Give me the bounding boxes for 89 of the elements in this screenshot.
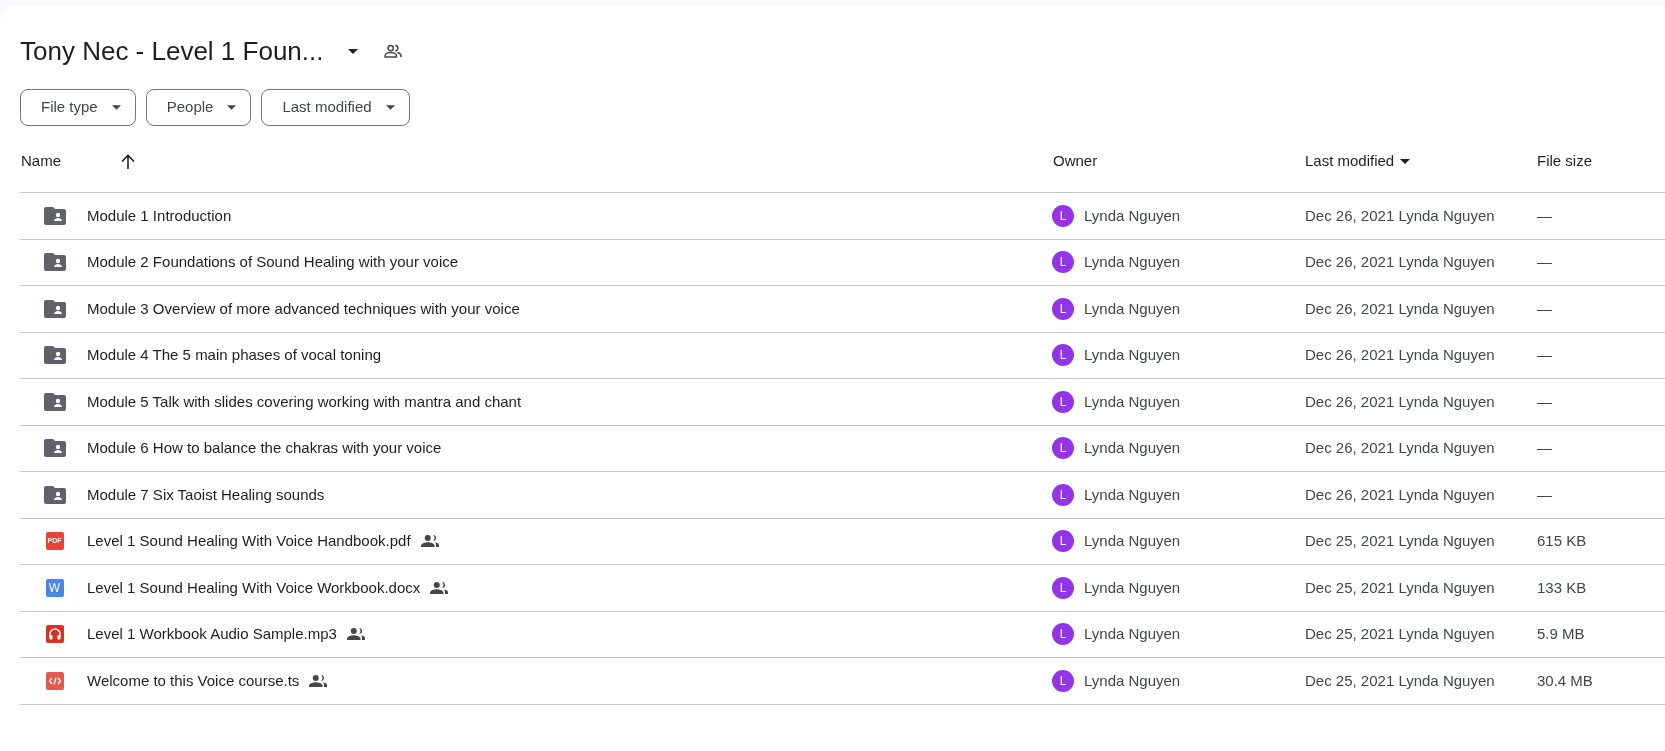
folder-icon xyxy=(43,253,66,272)
filter-chip[interactable]: File type xyxy=(20,89,136,126)
owner-name: Lynda Nguyen xyxy=(1084,624,1181,644)
file-row[interactable]: Module 6 How to balance the chakras with your voice L Lynda Nguyen Dec 26, 2021 Lynda Nguyen — xyxy=(20,425,1665,472)
file-row[interactable]: Module 1 Introduction L Lynda Nguyen Dec 26, 2021 Lynda Nguyen — xyxy=(20,193,1665,240)
avatar: L xyxy=(1052,623,1074,646)
caret-icon xyxy=(385,105,395,110)
file-name: Level 1 Sound Healing With Voice Handbook.pdf xyxy=(87,531,411,551)
avatar: L xyxy=(1052,390,1074,413)
code-icon xyxy=(45,671,64,690)
file-row[interactable]: Module 5 Talk with slides covering working with mantra and chant L Lynda Nguyen Dec 26, 2021 Lynda Nguyen — xyxy=(20,379,1665,426)
modified-text: Dec 26, 2021 Lynda Nguyen xyxy=(1305,391,1495,412)
owner-name: Lynda Nguyen xyxy=(1084,345,1181,365)
modified-text: Dec 26, 2021 Lynda Nguyen xyxy=(1305,252,1495,272)
file-row[interactable]: Welcome to this Voice course.ts L Lynda Nguyen Dec 25, 2021 Lynda Nguyen 30.4 MB xyxy=(20,658,1665,705)
file-row[interactable]: Module 4 The 5 main phases of vocal toning L Lynda Nguyen Dec 26, 2021 Lynda Nguyen — xyxy=(20,332,1665,379)
owner-name: Lynda Nguyen xyxy=(1084,484,1181,505)
owner-name: Lynda Nguyen xyxy=(1084,577,1181,598)
file-name: Module 3 Overview of more advanced techniques with your voice xyxy=(87,298,520,319)
owner-name: Lynda Nguyen xyxy=(1084,252,1181,272)
modified-text: Dec 25, 2021 Lynda Nguyen xyxy=(1305,531,1495,551)
folder-icon xyxy=(43,392,66,411)
file-size: — xyxy=(1537,438,1552,458)
file-name: Level 1 Sound Healing With Voice Workbook.docx xyxy=(87,577,421,598)
file-size: — xyxy=(1537,345,1552,365)
file-name: Module 6 How to balance the chakras with your voice xyxy=(87,438,442,458)
file-name: Module 4 The 5 main phases of vocal toning xyxy=(87,345,382,365)
modified-text: Dec 26, 2021 Lynda Nguyen xyxy=(1305,438,1495,458)
caret-icon xyxy=(111,105,121,110)
column-header[interactable]: File size xyxy=(1537,150,1592,173)
modified-text: Dec 26, 2021 Lynda Nguyen xyxy=(1305,484,1495,505)
owner-name: Lynda Nguyen xyxy=(1084,205,1181,226)
file-size: 133 KB xyxy=(1537,577,1587,598)
modified-text: Dec 26, 2021 Lynda Nguyen xyxy=(1305,205,1495,226)
owner-name: Lynda Nguyen xyxy=(1084,531,1181,551)
modified-text: Dec 26, 2021 Lynda Nguyen xyxy=(1305,298,1495,319)
file-row[interactable]: Module 7 Six Taoist Healing sounds L Lynda Nguyen Dec 26, 2021 Lynda Nguyen — xyxy=(20,472,1665,519)
folder-icon xyxy=(43,346,66,365)
modified-text: Dec 26, 2021 Lynda Nguyen xyxy=(1305,345,1495,365)
file-name: Level 1 Workbook Audio Sample.mp3 xyxy=(87,624,337,644)
document-icon: W xyxy=(45,578,64,597)
avatar: L xyxy=(1052,204,1074,227)
file-name: Module 1 Introduction xyxy=(87,205,232,226)
avatar: L xyxy=(1052,576,1074,599)
filter-chip[interactable]: Last modified xyxy=(261,89,410,126)
file-name: Module 5 Talk with slides covering working with mantra and chant xyxy=(87,391,522,412)
file-name: Welcome to this Voice course.ts xyxy=(87,670,300,691)
caret-icon xyxy=(348,48,359,54)
folder-icon xyxy=(43,299,66,318)
file-name: Module 2 Foundations of Sound Healing with your voice xyxy=(87,252,459,272)
file-row[interactable]: Level 1 Workbook Audio Sample.mp3 L Lynda Nguyen Dec 25, 2021 Lynda Nguyen 5.9 MB xyxy=(20,611,1665,658)
caret-icon xyxy=(227,105,237,110)
folder-icon xyxy=(43,485,66,504)
avatar: L xyxy=(1052,437,1074,460)
file-size: — xyxy=(1537,252,1552,272)
avatar: L xyxy=(1052,344,1074,367)
file-name: Module 7 Six Taoist Healing sounds xyxy=(87,484,325,505)
column-header[interactable]: Name xyxy=(21,150,61,173)
file-size: — xyxy=(1537,298,1552,319)
file-size: 615 KB xyxy=(1537,531,1587,551)
file-size: — xyxy=(1537,205,1552,226)
avatar: L xyxy=(1052,669,1074,692)
modified-text: Dec 25, 2021 Lynda Nguyen xyxy=(1305,670,1495,691)
modified-text: Dec 25, 2021 Lynda Nguyen xyxy=(1305,624,1495,644)
owner-name: Lynda Nguyen xyxy=(1084,438,1181,458)
avatar: L xyxy=(1052,297,1074,320)
file-row[interactable]: Module 3 Overview of more advanced techniques with your voice L Lynda Nguyen Dec 26, 2021 Lynda Nguyen — xyxy=(20,286,1665,333)
owner-name: Lynda Nguyen xyxy=(1084,298,1181,319)
column-header[interactable]: Last modified xyxy=(1305,150,1395,173)
avatar: L xyxy=(1052,483,1074,506)
owner-name: Lynda Nguyen xyxy=(1084,670,1181,691)
headphones-icon xyxy=(45,625,64,644)
filter-chip[interactable]: People xyxy=(145,89,252,126)
file-row[interactable]: W Level 1 Sound Healing With Voice Workbook.docx L Lynda Nguyen Dec 25, 2021 Lynda Nguyen 133 KB xyxy=(20,565,1665,612)
file-size: — xyxy=(1537,484,1552,505)
owner-name: Lynda Nguyen xyxy=(1084,391,1181,412)
folder-icon xyxy=(43,206,66,225)
file-size: 5.9 MB xyxy=(1537,624,1585,644)
column-header[interactable]: Owner xyxy=(1053,150,1098,173)
avatar: L xyxy=(1052,251,1074,274)
modified-text: Dec 25, 2021 Lynda Nguyen xyxy=(1305,577,1495,598)
folder-title: Tony Nec - Level 1 Foun... xyxy=(20,34,324,68)
file-row[interactable]: Module 2 Foundations of Sound Healing with your voice L Lynda Nguyen Dec 26, 2021 Lynda Nguyen — xyxy=(20,239,1665,286)
arrow-up-icon[interactable] xyxy=(121,154,135,169)
caret-icon[interactable] xyxy=(1400,159,1411,164)
file-size: 30.4 MB xyxy=(1537,670,1593,691)
avatar: L xyxy=(1052,530,1074,553)
file-size: — xyxy=(1537,391,1552,412)
folder-icon xyxy=(43,439,66,458)
